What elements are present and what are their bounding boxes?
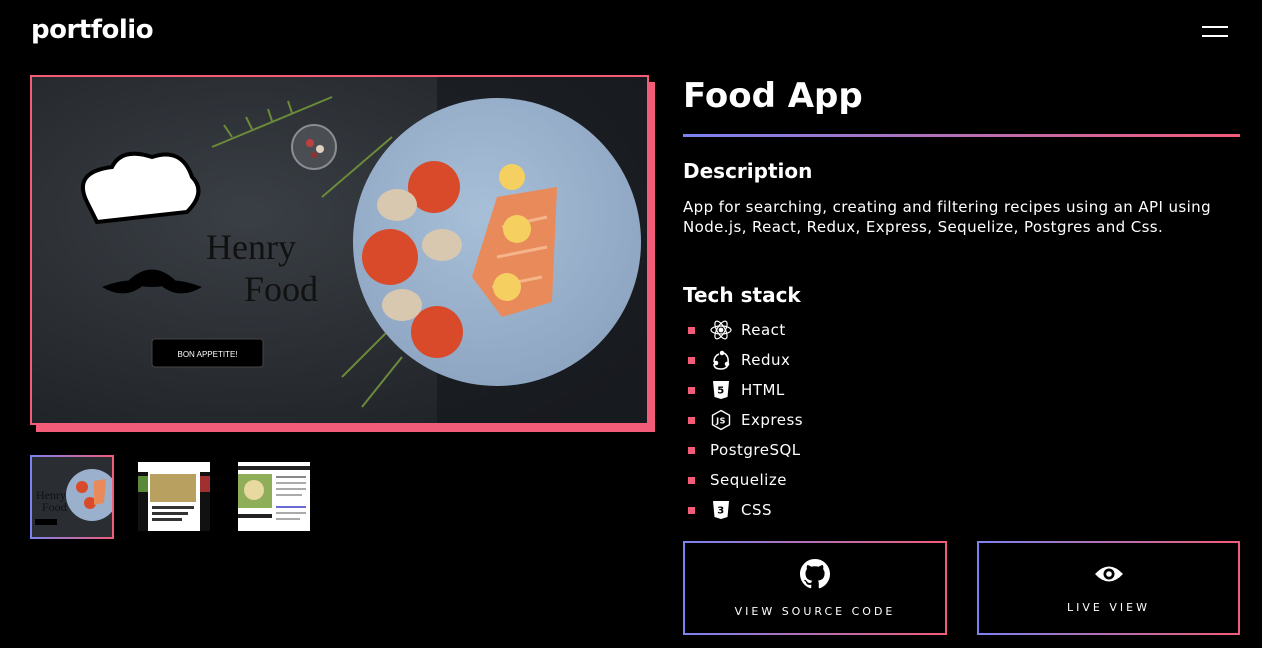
nodejs-icon: JS bbox=[710, 409, 732, 431]
title-divider bbox=[683, 134, 1240, 137]
bullet-icon bbox=[688, 326, 695, 334]
bullet-icon bbox=[688, 446, 695, 454]
tech-label: PostgreSQL bbox=[710, 441, 801, 459]
tech-label: Redux bbox=[741, 351, 791, 369]
thumbnail-1[interactable]: Henry Food bbox=[30, 455, 114, 539]
preview-logo-line2: Food bbox=[244, 269, 318, 309]
tech-item-redux: Redux bbox=[688, 345, 803, 375]
project-preview: Henry Food BON APPETITE! bbox=[30, 75, 655, 432]
tech-label: Sequelize bbox=[710, 471, 787, 489]
tech-stack-list: React Redux 5 HTML JS Express PostgreSQL… bbox=[688, 315, 803, 525]
tech-item-css: 3 CSS bbox=[688, 495, 803, 525]
preview-logo-line1: Henry bbox=[206, 227, 296, 267]
hamburger-menu-icon[interactable] bbox=[1200, 22, 1230, 42]
svg-text:Food: Food bbox=[42, 500, 67, 514]
bullet-icon bbox=[688, 386, 695, 394]
project-description: App for searching, creating and filterin… bbox=[683, 198, 1212, 236]
html5-icon: 5 bbox=[710, 379, 732, 401]
bullet-icon bbox=[688, 356, 695, 364]
project-title: Food App bbox=[683, 76, 863, 116]
tech-label: React bbox=[741, 321, 786, 339]
tech-label: HTML bbox=[741, 381, 785, 399]
react-icon bbox=[710, 319, 732, 341]
preview-cta: BON APPETITE! bbox=[177, 350, 237, 359]
tech-item-sequelize: Sequelize bbox=[688, 465, 803, 495]
tech-item-html: 5 HTML bbox=[688, 375, 803, 405]
tech-stack-heading: Tech stack bbox=[683, 283, 801, 307]
site-logo[interactable]: portfolio bbox=[31, 15, 154, 45]
tech-item-express: JS Express bbox=[688, 405, 803, 435]
thumbnail-3[interactable] bbox=[238, 462, 310, 531]
bullet-icon bbox=[688, 506, 695, 514]
bullet-icon bbox=[688, 416, 695, 424]
description-heading: Description bbox=[683, 159, 813, 183]
svg-text:3: 3 bbox=[717, 506, 724, 517]
tech-label: Express bbox=[741, 411, 804, 429]
css3-icon: 3 bbox=[710, 499, 732, 521]
github-icon bbox=[800, 558, 830, 593]
view-source-code-label: VIEW SOURCE CODE bbox=[734, 604, 896, 618]
svg-text:5: 5 bbox=[717, 386, 724, 397]
svg-text:JS: JS bbox=[715, 417, 726, 426]
thumbnail-2[interactable] bbox=[138, 462, 210, 531]
tech-label: CSS bbox=[741, 501, 773, 519]
live-view-button[interactable]: LIVE VIEW bbox=[977, 541, 1240, 635]
preview-image: Henry Food BON APPETITE! bbox=[30, 75, 649, 425]
live-view-label: LIVE VIEW bbox=[1067, 600, 1150, 614]
view-source-code-button[interactable]: VIEW SOURCE CODE bbox=[683, 541, 947, 635]
tech-item-postgresql: PostgreSQL bbox=[688, 435, 803, 465]
redux-icon bbox=[710, 349, 732, 371]
eye-icon bbox=[1093, 563, 1125, 589]
tech-item-react: React bbox=[688, 315, 803, 345]
bullet-icon bbox=[688, 476, 695, 484]
